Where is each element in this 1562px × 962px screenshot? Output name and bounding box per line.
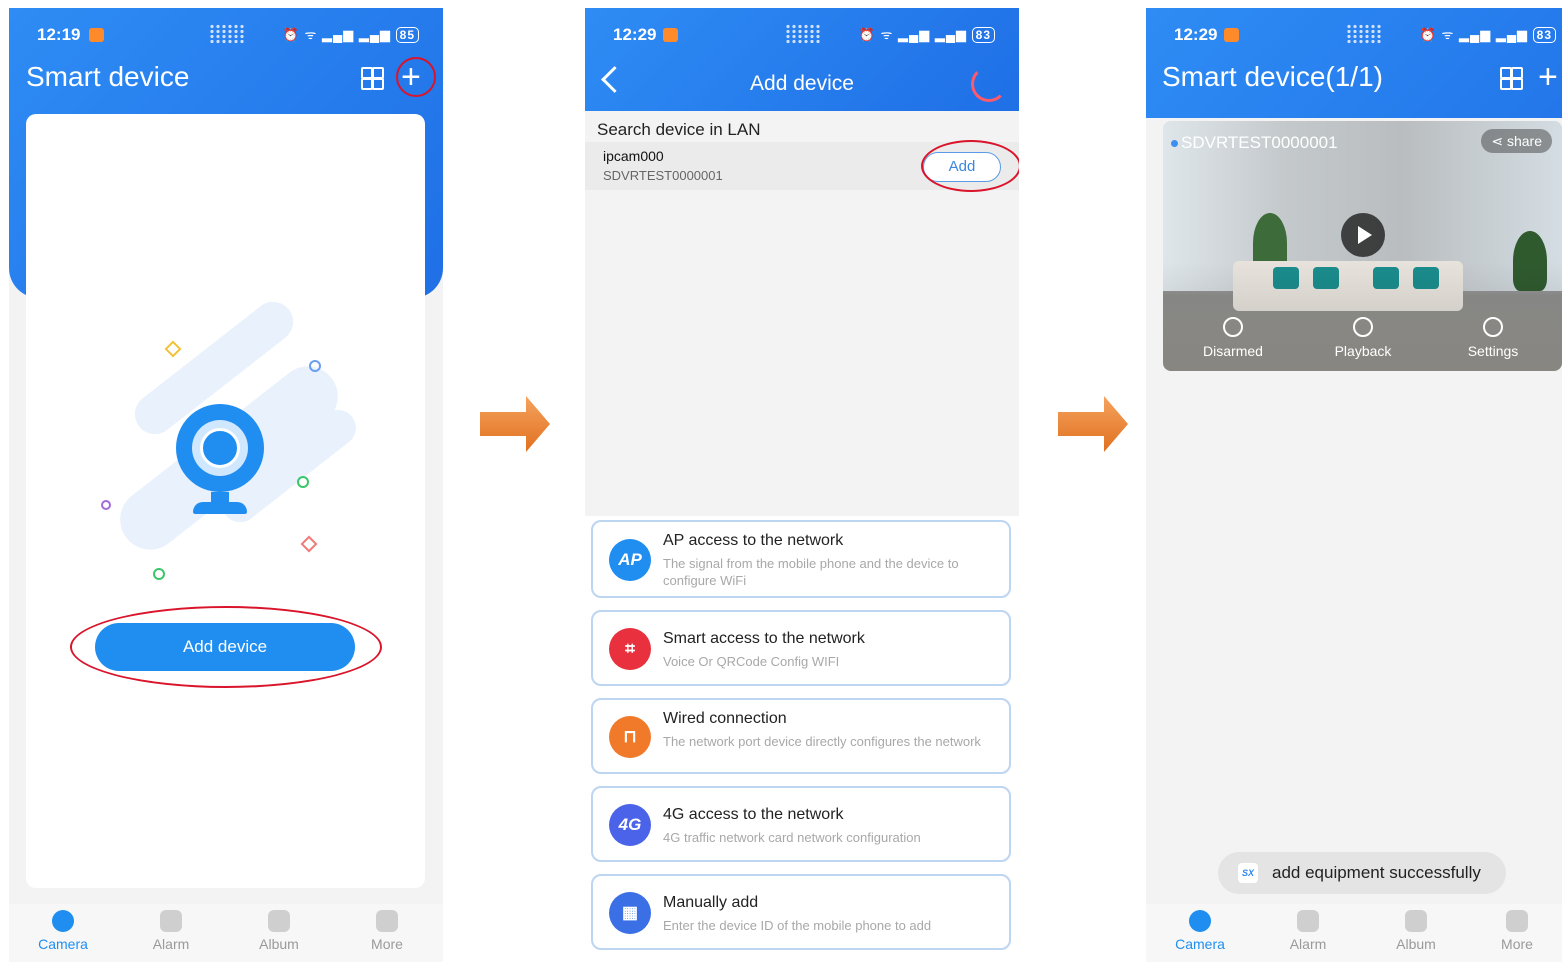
settings-button[interactable]: Settings xyxy=(1443,317,1543,359)
ap-icon: AP xyxy=(609,539,651,581)
page-title: Add device xyxy=(750,72,854,95)
bottom-tab-bar: Camera Alarm Album More xyxy=(1146,904,1562,962)
webcam-icon xyxy=(176,404,264,492)
tab-more[interactable]: More xyxy=(1472,910,1562,952)
camera-icon xyxy=(1189,910,1211,932)
folder-icon xyxy=(268,910,290,932)
screen-add-device: 12:29 ⏰ ᯤ ▂▄▆ ▂▄▆ 83 Add device Search d… xyxy=(585,8,1019,962)
lan-device-id: SDVRTEST0000001 xyxy=(603,168,723,183)
option-title: AP access to the network xyxy=(663,532,844,549)
shield-check-icon xyxy=(1223,317,1243,337)
option-title: Smart access to the network xyxy=(663,630,865,647)
play-button[interactable] xyxy=(1341,213,1385,257)
page-title: Smart device(1/1) xyxy=(1162,61,1383,92)
option-title: 4G access to the network xyxy=(663,806,844,823)
option-description: Enter the device ID of the mobile phone … xyxy=(663,918,932,933)
lan-device-name: ipcam000 xyxy=(603,148,664,164)
add-icon[interactable]: + xyxy=(1538,60,1558,94)
loading-spinner-icon xyxy=(971,66,1007,102)
ethernet-icon: ⊓ xyxy=(609,716,651,758)
highlight-ring-add xyxy=(921,140,1019,192)
tab-camera[interactable]: Camera xyxy=(1155,910,1245,952)
tab-camera[interactable]: Camera xyxy=(18,910,108,952)
lan-section-label: Search device in LAN xyxy=(597,120,761,139)
option-wired[interactable]: ⊓ Wired connection The network port devi… xyxy=(591,698,1011,774)
user-icon xyxy=(376,910,398,932)
status-dots-icon xyxy=(1346,24,1382,44)
battery-icon: 83 xyxy=(1532,27,1556,43)
flow-arrow-icon xyxy=(1058,396,1128,452)
disarmed-button[interactable]: Disarmed xyxy=(1183,317,1283,359)
status-time: 12:29 xyxy=(1174,25,1218,44)
share-button[interactable]: ⋖ share xyxy=(1481,129,1552,153)
option-ap-access[interactable]: AP AP access to the network The signal f… xyxy=(591,520,1011,598)
option-description: The signal from the mobile phone and the… xyxy=(663,556,959,588)
status-time: 12:29 xyxy=(613,25,657,44)
tab-alarm[interactable]: Alarm xyxy=(1263,910,1353,952)
4g-icon: 4G xyxy=(609,804,651,846)
option-smart-access[interactable]: ⌗ Smart access to the network Voice Or Q… xyxy=(591,610,1011,686)
grid-view-icon[interactable] xyxy=(1500,67,1523,90)
status-dots-icon xyxy=(785,24,821,44)
option-description: Voice Or QRCode Config WIFI xyxy=(663,654,840,669)
screen-smart-device-added: 12:29 ⏰ ᯤ ▂▄▆ ▂▄▆ 83 Smart device(1/1) +… xyxy=(1146,8,1562,962)
highlight-ring-add-device xyxy=(70,606,382,688)
manual-add-icon: ▦ xyxy=(609,892,651,934)
status-bar: 12:29 ⏰ ᯤ ▂▄▆ ▂▄▆ 83 xyxy=(1146,8,1562,64)
option-description: 4G traffic network card network configur… xyxy=(663,830,921,845)
tab-album[interactable]: Album xyxy=(234,910,324,952)
option-title: Wired connection xyxy=(663,710,787,727)
option-manual-add[interactable]: ▦ Manually add Enter the device ID of th… xyxy=(591,874,1011,950)
tab-album[interactable]: Album xyxy=(1371,910,1461,952)
app-logo-icon: SX xyxy=(1238,863,1258,883)
playback-button[interactable]: Playback xyxy=(1313,317,1413,359)
gear-icon xyxy=(1483,317,1503,337)
option-description: The network port device directly configu… xyxy=(663,734,981,749)
success-toast: SX add equipment successfully xyxy=(1218,852,1506,894)
device-card[interactable]: SDVRTEST0000001 ⋖ share Disarmed Playbac… xyxy=(1163,121,1562,371)
tab-alarm[interactable]: Alarm xyxy=(126,910,216,952)
app-notification-icon xyxy=(663,28,678,42)
option-4g[interactable]: 4G 4G access to the network 4G traffic n… xyxy=(591,786,1011,862)
status-bar: 12:29 ⏰ ᯤ ▂▄▆ ▂▄▆ 83 xyxy=(585,8,1019,64)
bell-icon xyxy=(160,910,182,932)
system-icons: ⏰ ᯤ ▂▄▆ ▂▄▆ 83 xyxy=(1420,25,1556,43)
online-status-dot xyxy=(1171,140,1178,147)
option-title: Manually add xyxy=(663,894,759,911)
system-icons: ⏰ ᯤ ▂▄▆ ▂▄▆ 83 xyxy=(859,25,995,43)
bottom-tab-bar: Camera Alarm Album More xyxy=(9,904,443,962)
user-icon xyxy=(1506,910,1528,932)
screen-smart-device-empty: 12:19 ⏰ ᯤ ▂▄▆ ▂▄▆ 85 Smart device + Add … xyxy=(9,8,443,962)
app-notification-icon xyxy=(1224,28,1239,42)
tab-more[interactable]: More xyxy=(342,910,432,952)
flow-arrow-icon xyxy=(480,396,550,452)
share-icon: ⋖ xyxy=(1491,133,1507,149)
camera-icon xyxy=(52,910,74,932)
bell-icon xyxy=(1297,910,1319,932)
qr-scan-icon: ⌗ xyxy=(609,628,651,670)
battery-icon: 83 xyxy=(971,27,995,43)
folder-icon xyxy=(1405,910,1427,932)
playback-icon xyxy=(1353,317,1373,337)
device-name: SDVRTEST0000001 xyxy=(1181,133,1338,152)
camera-illustration xyxy=(9,8,443,628)
